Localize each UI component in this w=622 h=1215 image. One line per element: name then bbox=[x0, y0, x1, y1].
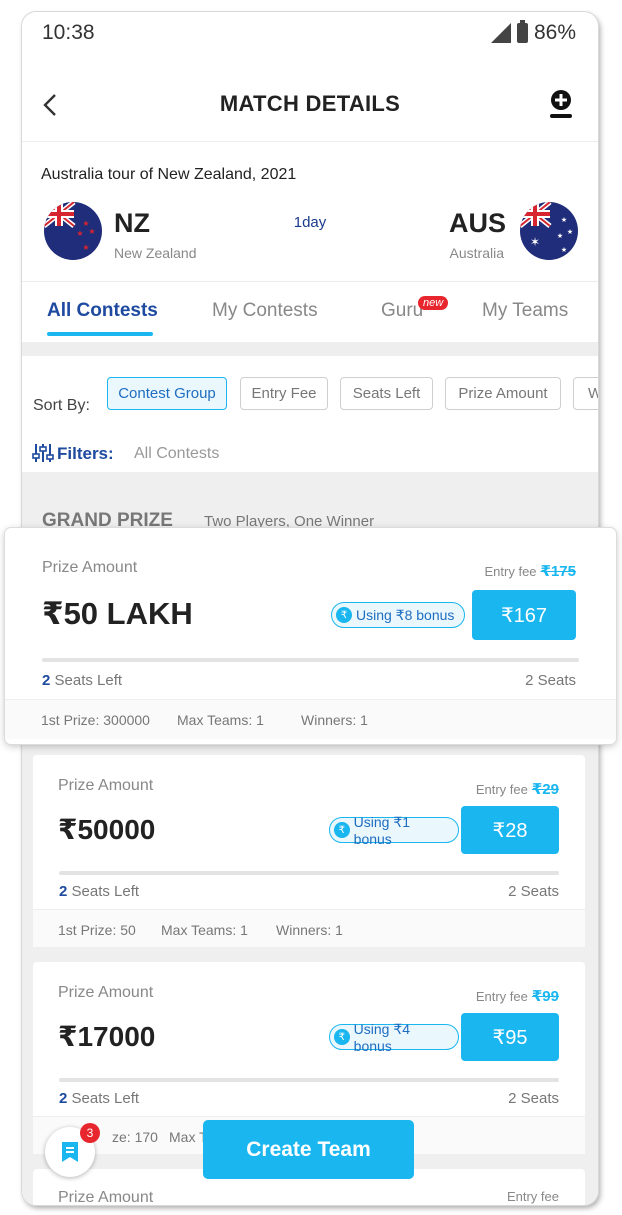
seats-left-text: Seats Left bbox=[50, 672, 123, 689]
status-bar: 10:38 86% bbox=[22, 12, 598, 56]
join-button[interactable]: ₹95 bbox=[461, 1013, 559, 1061]
card-footer: 1st Prize: 50 Max Teams: 1 Winners: 1 bbox=[33, 909, 585, 947]
svg-text:★: ★ bbox=[557, 232, 563, 240]
prize-value: ₹17000 bbox=[58, 1021, 156, 1052]
page-title: MATCH DETAILS bbox=[219, 91, 401, 116]
match-format: 1day bbox=[293, 214, 327, 231]
max-teams: Max Teams: 1 bbox=[177, 712, 264, 728]
prize-label: Prize Amount bbox=[58, 1189, 154, 1205]
seats-left: 2 Seats Left bbox=[59, 1090, 139, 1107]
add-user-button[interactable] bbox=[546, 88, 576, 122]
tab-my-contests[interactable]: My Contests bbox=[212, 300, 318, 322]
battery-percent: 86% bbox=[533, 21, 576, 44]
tab-guru[interactable]: Guru bbox=[381, 300, 423, 322]
status-time: 10:38 bbox=[42, 21, 95, 44]
team2-name: Australia bbox=[449, 245, 504, 261]
active-tab-indicator bbox=[47, 332, 153, 336]
seats-left: 2 Seats Left bbox=[42, 672, 122, 689]
aus-flag-icon: ✶ ★ ★ ★ ★ bbox=[520, 202, 578, 260]
bookmark-icon bbox=[62, 1142, 78, 1162]
fab-count-badge: 3 bbox=[80, 1123, 100, 1143]
entry-fee-label: Entry fee bbox=[475, 782, 528, 797]
match-info: Australia tour of New Zealand, 2021 ★ ★ … bbox=[22, 144, 598, 282]
first-prize: 1st Prize: 300000 bbox=[41, 712, 150, 728]
sort-chip-prize-amount[interactable]: Prize Amount bbox=[445, 377, 561, 410]
card-footer: 1st Prize: 300000 Max Teams: 1 Winners: … bbox=[5, 699, 616, 739]
seats-left-text: Seats Left bbox=[67, 1090, 140, 1107]
entry-fee-label: Entry fee bbox=[475, 989, 528, 1004]
section-divider bbox=[22, 342, 598, 356]
first-prize: ze: 170 bbox=[112, 1129, 158, 1145]
first-prize: 1st Prize: 50 bbox=[58, 922, 136, 938]
bonus-pill: ₹ Using ₹8 bonus bbox=[331, 602, 465, 628]
nz-flag-icon: ★ ★ ★ ★ bbox=[44, 202, 102, 260]
max-teams: Max T bbox=[169, 1129, 208, 1145]
add-user-icon bbox=[550, 90, 572, 118]
entry-fee-original: ₹29 bbox=[531, 781, 559, 798]
bonus-pill: ₹ Using ₹1 bonus bbox=[329, 814, 459, 847]
join-button[interactable]: ₹167 bbox=[472, 590, 576, 640]
sort-chip-entry-fee[interactable]: Entry Fee bbox=[240, 377, 328, 410]
svg-text:✶: ✶ bbox=[530, 235, 540, 249]
prize-label: Prize Amount bbox=[58, 984, 154, 1001]
team2-code: AUS bbox=[448, 208, 506, 238]
svg-text:★: ★ bbox=[561, 246, 567, 254]
svg-text:★: ★ bbox=[567, 228, 573, 236]
tab-all-contests[interactable]: All Contests bbox=[47, 300, 158, 322]
entry-fee-original: ₹99 bbox=[531, 988, 559, 1005]
prize-value: ₹50000 bbox=[58, 814, 156, 845]
filters-button[interactable]: Filters: bbox=[57, 444, 114, 464]
join-button[interactable]: ₹28 bbox=[461, 806, 559, 854]
bonus-pill: ₹ Using ₹4 bonus bbox=[329, 1021, 459, 1054]
battery-icon bbox=[516, 20, 528, 43]
seats-total: 2 Seats bbox=[525, 672, 576, 689]
status-indicators: 86% bbox=[490, 20, 576, 45]
create-team-button[interactable]: Create Team bbox=[203, 1120, 414, 1179]
new-badge: new bbox=[418, 296, 449, 310]
sort-chip-winners[interactable]: W bbox=[573, 377, 598, 410]
entry-fee-label: Entry fee bbox=[484, 564, 537, 579]
prize-value: ₹50 LAKH bbox=[42, 596, 193, 631]
featured-contest-card[interactable]: Prize Amount ₹50 LAKH Entry fee ₹175 ₹ Usi… bbox=[5, 528, 616, 744]
app-header: MATCH DETAILS bbox=[22, 72, 598, 142]
signal-icon bbox=[490, 23, 511, 43]
filters-value: All Contests bbox=[134, 445, 220, 462]
seats-total: 2 Seats bbox=[508, 1090, 559, 1107]
seats-left: 2 Seats Left bbox=[59, 883, 139, 900]
seats-progress bbox=[42, 658, 579, 662]
prize-label: Prize Amount bbox=[42, 559, 138, 576]
winners: Winners: 1 bbox=[301, 712, 368, 728]
entry-fee: Entry fee ₹175 bbox=[485, 562, 577, 580]
seats-left-text: Seats Left bbox=[67, 883, 140, 900]
contest-tabs: All Contests My Contests Guru new My Tea… bbox=[22, 284, 598, 340]
tab-my-teams[interactable]: My Teams bbox=[482, 300, 568, 322]
sort-chip-contest-group[interactable]: Contest Group bbox=[107, 377, 227, 410]
bonus-text: Using ₹4 bonus bbox=[353, 1020, 411, 1054]
sort-filter-bar: Sort By: Contest Group Entry Fee Seats L… bbox=[22, 356, 598, 472]
svg-text:★: ★ bbox=[82, 243, 89, 252]
prize-label: Prize Amount bbox=[58, 777, 154, 794]
seats-total: 2 Seats bbox=[508, 883, 559, 900]
sort-label: Sort By: bbox=[33, 397, 90, 414]
entry-fee: Entry fee ₹29 bbox=[476, 780, 559, 798]
rupee-coin-icon: ₹ bbox=[334, 1029, 350, 1045]
rupee-coin-icon: ₹ bbox=[336, 607, 352, 623]
seats-progress bbox=[59, 1078, 559, 1082]
team1-name: New Zealand bbox=[114, 245, 197, 261]
contest-card[interactable]: Prize Amount ₹50000 Entry fee ₹29 ₹ Using … bbox=[33, 755, 585, 947]
tour-name: Australia tour of New Zealand, 2021 bbox=[41, 166, 297, 183]
svg-text:★: ★ bbox=[561, 216, 567, 224]
entry-fee-original: ₹175 bbox=[540, 563, 576, 580]
winners: Winners: 1 bbox=[276, 922, 343, 938]
bonus-text: Using ₹1 bonus bbox=[353, 813, 411, 847]
bonus-text: Using ₹8 bonus bbox=[356, 606, 455, 623]
max-teams: Max Teams: 1 bbox=[161, 922, 248, 938]
sort-chip-seats-left[interactable]: Seats Left bbox=[340, 377, 433, 410]
filter-icon[interactable] bbox=[32, 442, 54, 464]
seats-progress bbox=[59, 871, 559, 875]
entry-fee: Entry fee ₹99 bbox=[476, 987, 559, 1005]
rupee-coin-icon: ₹ bbox=[334, 822, 350, 838]
entry-fee-label: Entry fee bbox=[506, 1189, 559, 1204]
